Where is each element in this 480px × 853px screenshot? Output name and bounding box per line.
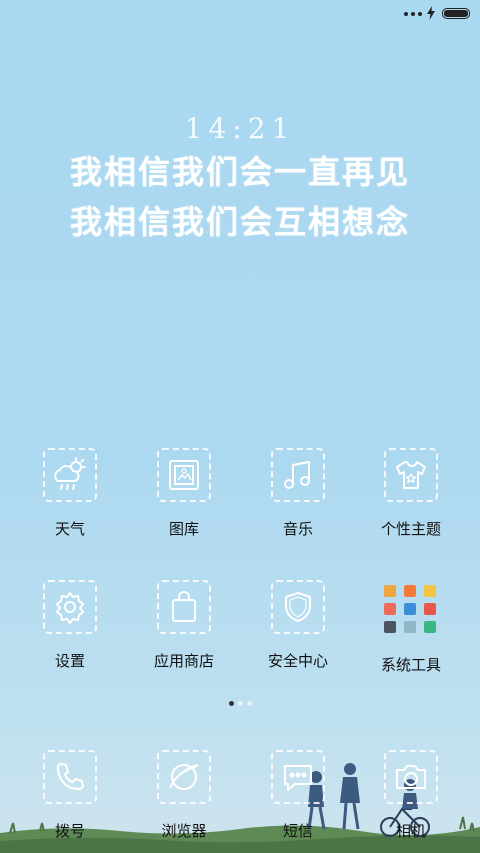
page-indicator[interactable] xyxy=(0,701,480,706)
phone-icon xyxy=(43,750,97,804)
app-settings[interactable]: 设置 xyxy=(20,580,120,671)
app-label: 安全中心 xyxy=(267,652,328,670)
browser-icon xyxy=(157,750,211,804)
battery-icon xyxy=(442,8,470,19)
message-icon xyxy=(271,750,325,804)
app-weather[interactable]: 天气 xyxy=(20,448,120,539)
dock-messages[interactable]: 短信 xyxy=(248,750,348,841)
shield-icon xyxy=(271,580,325,634)
app-system-tools-folder[interactable]: 系统工具 xyxy=(361,580,461,675)
app-music[interactable]: 音乐 xyxy=(248,448,348,539)
weather-icon xyxy=(43,448,97,502)
status-bar xyxy=(0,0,480,28)
shopping-bag-icon xyxy=(157,580,211,634)
dock-browser[interactable]: 浏览器 xyxy=(134,750,234,841)
app-label: 系统工具 xyxy=(380,656,441,674)
gallery-icon xyxy=(157,448,211,502)
clock-widget[interactable]: 14:21 xyxy=(0,112,480,145)
theme-shirt-icon xyxy=(384,448,438,502)
app-store[interactable]: 应用商店 xyxy=(134,580,234,671)
app-label: 天气 xyxy=(54,520,85,538)
page-dot xyxy=(228,701,234,706)
quote-line-2: 我相信我们会互相想念 xyxy=(69,203,410,241)
app-label: 应用商店 xyxy=(153,652,214,670)
dock-phone[interactable]: 拨号 xyxy=(20,750,120,841)
app-label: 相机 xyxy=(395,822,426,840)
more-dots-icon xyxy=(404,12,422,16)
dock-camera[interactable]: 相机 xyxy=(361,750,461,841)
app-gallery[interactable]: 图库 xyxy=(134,448,234,539)
page-dot xyxy=(237,701,243,706)
app-label: 个性主题 xyxy=(380,520,441,538)
app-label: 设置 xyxy=(54,652,85,670)
music-icon xyxy=(271,448,325,502)
app-label: 音乐 xyxy=(282,520,313,538)
quote-line-1: 我相信我们会一直再见 xyxy=(69,153,410,191)
gear-icon xyxy=(43,580,97,634)
charging-icon xyxy=(427,6,435,20)
camera-icon xyxy=(384,750,438,804)
app-security[interactable]: 安全中心 xyxy=(248,580,348,671)
app-label: 浏览器 xyxy=(161,822,207,840)
app-label: 短信 xyxy=(282,822,313,840)
app-label: 图库 xyxy=(168,520,199,538)
page-dot xyxy=(246,701,252,706)
folder-icon xyxy=(382,580,440,638)
app-theme[interactable]: 个性主题 xyxy=(361,448,461,539)
app-label: 拨号 xyxy=(54,822,85,840)
